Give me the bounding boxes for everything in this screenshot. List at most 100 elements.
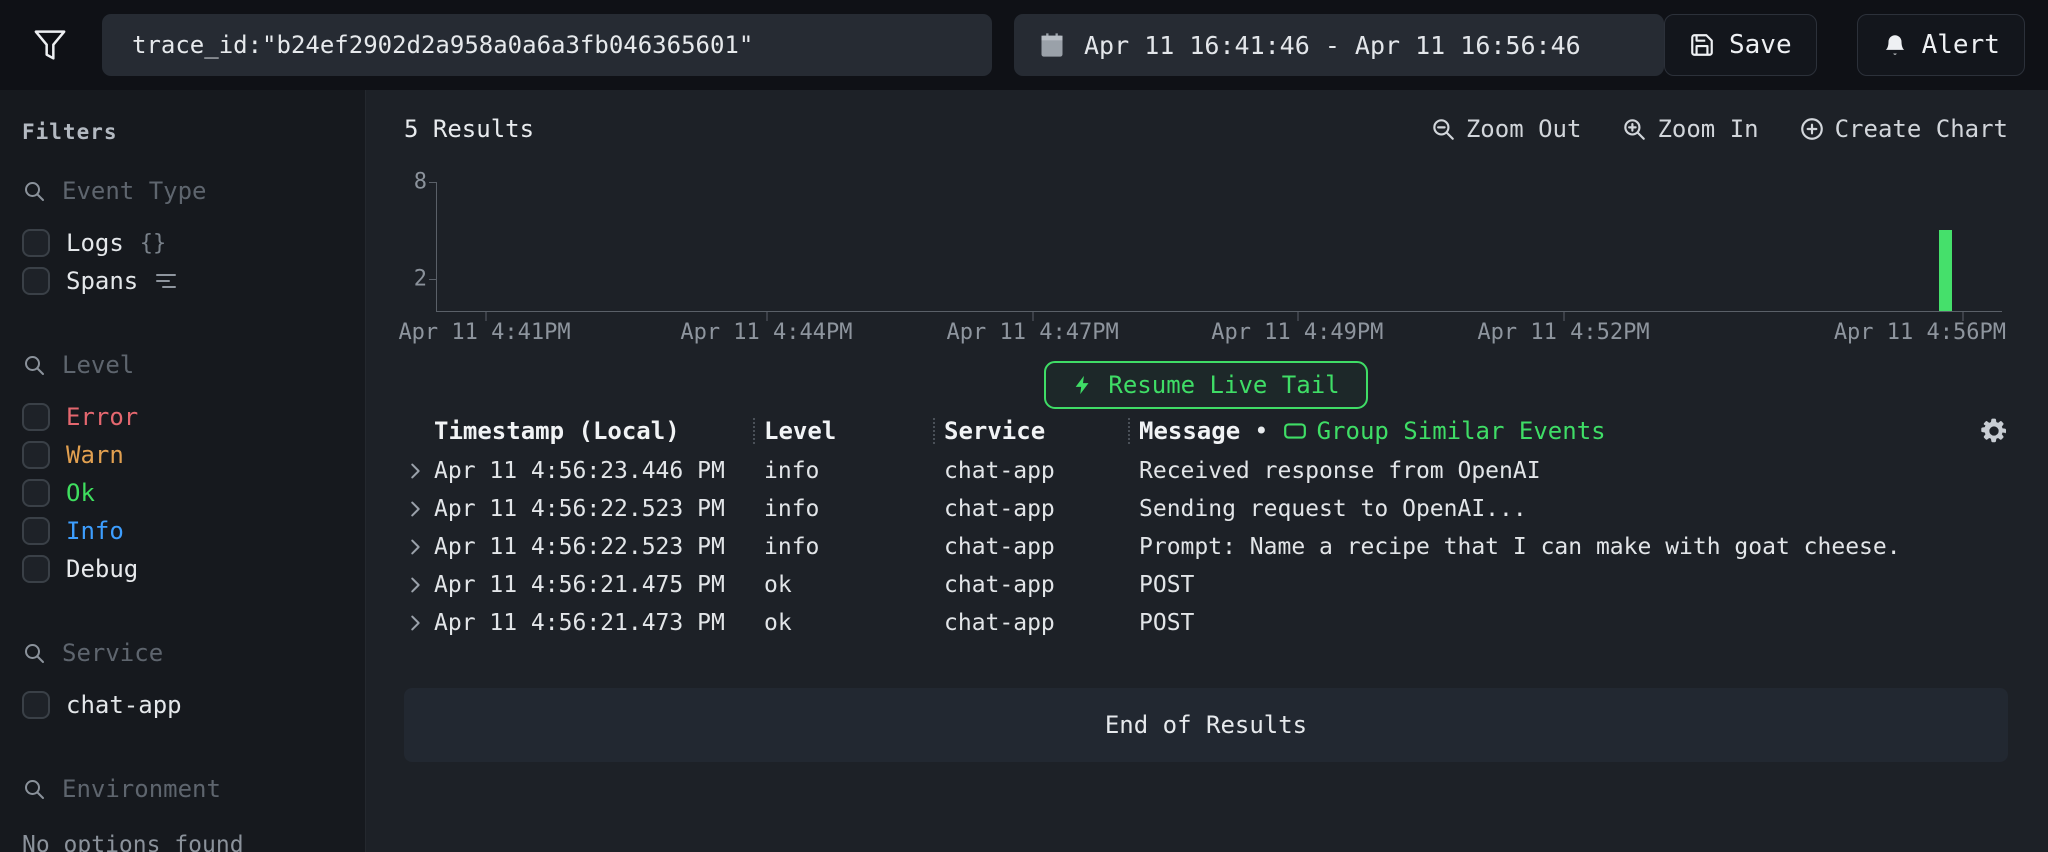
cell-level: info [764, 458, 924, 484]
expand-chevron-icon[interactable] [404, 498, 434, 520]
no-options-found-text: No options found [22, 832, 341, 852]
zoom-in-button[interactable]: Zoom In [1621, 115, 1758, 143]
events-histogram: 82 Apr 11 4:41PMApr 11 4:44PMApr 11 4:47… [404, 160, 2008, 360]
service-filter-input[interactable] [60, 638, 341, 668]
service-options: chat-app [22, 686, 341, 724]
filter-option-spans[interactable]: Spans [22, 262, 341, 300]
span-list-icon [154, 272, 178, 290]
event-type-options: Logs{} Spans [22, 224, 341, 300]
create-chart-button[interactable]: Create Chart [1799, 115, 2008, 143]
environment-filter-input[interactable] [60, 774, 341, 804]
filter-option-error[interactable]: Error [22, 398, 341, 436]
table-row[interactable]: Apr 11 4:56:23.446 PMinfochat-appReceive… [404, 452, 2008, 490]
y-axis-tick [429, 182, 437, 183]
cell-message: POST [1139, 610, 1968, 636]
table-row[interactable]: Apr 11 4:56:21.475 PMokchat-appPOST [404, 566, 2008, 604]
results-main: 5 Results Zoom Out Zoom In [366, 90, 2048, 852]
event-type-filter-input[interactable] [60, 176, 341, 206]
checkbox-logs[interactable] [22, 229, 50, 257]
cell-message: Sending request to OpenAI... [1139, 496, 1968, 522]
filter-option-label: Spans [66, 267, 138, 295]
bullet-separator: • [1254, 417, 1268, 445]
column-resize-handle[interactable] [753, 418, 755, 444]
checkbox-chat-app[interactable] [22, 691, 50, 719]
chart-plot-area: 82 [436, 182, 2002, 312]
column-resize-handle[interactable] [933, 418, 935, 444]
checkbox-debug[interactable] [22, 555, 50, 583]
save-button[interactable]: Save [1664, 14, 1817, 76]
log-explorer-app: Apr 11 16:41:46 - Apr 11 16:56:46 Save A… [0, 0, 2048, 852]
column-resize-handle[interactable] [1128, 418, 1130, 444]
cell-level: info [764, 534, 924, 560]
cell-timestamp: Apr 11 4:56:23.446 PM [434, 458, 744, 484]
histogram-bar[interactable] [1939, 230, 1952, 311]
checkbox-warn[interactable] [22, 441, 50, 469]
filter-option-info[interactable]: Info [22, 512, 341, 550]
column-header-message: Message [1139, 417, 1240, 445]
x-axis-tick-label: Apr 11 4:52PM [1477, 320, 1649, 345]
cell-message: Received response from OpenAI [1139, 458, 1968, 484]
zoom-out-label: Zoom Out [1466, 115, 1582, 143]
filter-option-ok[interactable]: Ok [22, 474, 341, 512]
query-search-box[interactable] [102, 14, 992, 76]
expand-chevron-icon[interactable] [404, 612, 434, 634]
cell-timestamp: Apr 11 4:56:22.523 PM [434, 534, 744, 560]
search-icon [22, 353, 46, 377]
resume-live-tail-label: Resume Live Tail [1108, 371, 1339, 399]
zoom-out-button[interactable]: Zoom Out [1430, 115, 1582, 143]
top-bar: Apr 11 16:41:46 - Apr 11 16:56:46 Save A… [0, 0, 2048, 90]
x-axis-tick-label: Apr 11 4:44PM [680, 320, 852, 345]
alert-button[interactable]: Alert [1857, 14, 2025, 76]
column-header-level: Level [764, 417, 924, 445]
table-row[interactable]: Apr 11 4:56:21.473 PMokchat-appPOST [404, 604, 2008, 642]
cell-timestamp: Apr 11 4:56:21.475 PM [434, 572, 744, 598]
filter-funnel-icon [30, 25, 84, 65]
table-settings-button[interactable] [1980, 417, 2008, 445]
search-icon [22, 641, 46, 665]
expand-chevron-icon[interactable] [404, 536, 434, 558]
level-search[interactable] [22, 348, 341, 382]
event-type-search[interactable] [22, 174, 341, 208]
filter-option-warn[interactable]: Warn [22, 436, 341, 474]
filter-option-label: Info [66, 517, 124, 545]
filter-option-label: chat-app [66, 691, 182, 719]
checkbox-error[interactable] [22, 403, 50, 431]
table-row[interactable]: Apr 11 4:56:22.523 PMinfochat-appSending… [404, 490, 2008, 528]
level-filter-input[interactable] [60, 350, 341, 380]
filter-option-chat-app[interactable]: chat-app [22, 686, 341, 724]
cell-timestamp: Apr 11 4:56:21.473 PM [434, 610, 744, 636]
calendar-icon [1038, 31, 1066, 59]
query-input[interactable] [130, 30, 964, 60]
checkbox-spans[interactable] [22, 267, 50, 295]
cell-level: ok [764, 572, 924, 598]
cell-message: Prompt: Name a recipe that I can make wi… [1139, 534, 1968, 560]
checkbox-ok[interactable] [22, 479, 50, 507]
search-icon [22, 777, 46, 801]
gear-icon [1980, 417, 2008, 445]
expand-chevron-icon[interactable] [404, 574, 434, 596]
filter-option-debug[interactable]: Debug [22, 550, 341, 588]
group-icon [1283, 421, 1307, 441]
x-axis-labels: Apr 11 4:41PMApr 11 4:44PMApr 11 4:47PMA… [436, 320, 2002, 350]
cell-message: POST [1139, 572, 1968, 598]
filter-option-logs[interactable]: Logs{} [22, 224, 341, 262]
filters-sidebar: Filters Logs{} Spans Error Warn Ok Info Debug [0, 90, 366, 852]
x-axis-tick-label: Apr 11 4:47PM [947, 320, 1119, 345]
service-search[interactable] [22, 636, 341, 670]
filter-option-label: Error [66, 403, 138, 431]
filters-title: Filters [22, 120, 341, 144]
level-options: Error Warn Ok Info Debug [22, 398, 341, 588]
group-similar-events-button[interactable]: Group Similar Events [1283, 417, 1606, 445]
y-axis-tick-label: 8 [414, 170, 427, 195]
filter-option-label: Ok [66, 479, 95, 507]
environment-search[interactable] [22, 772, 341, 806]
alert-button-label: Alert [1922, 30, 2000, 60]
plus-circle-icon [1799, 116, 1825, 142]
cell-service: chat-app [944, 534, 1119, 560]
resume-live-tail-button[interactable]: Resume Live Tail [1044, 361, 1367, 409]
date-range-picker[interactable]: Apr 11 16:41:46 - Apr 11 16:56:46 [1014, 14, 1664, 76]
zoom-in-icon [1621, 116, 1647, 142]
checkbox-info[interactable] [22, 517, 50, 545]
table-row[interactable]: Apr 11 4:56:22.523 PM info chat-app Prompt:… [404, 528, 2008, 566]
expand-chevron-icon[interactable] [404, 460, 434, 482]
